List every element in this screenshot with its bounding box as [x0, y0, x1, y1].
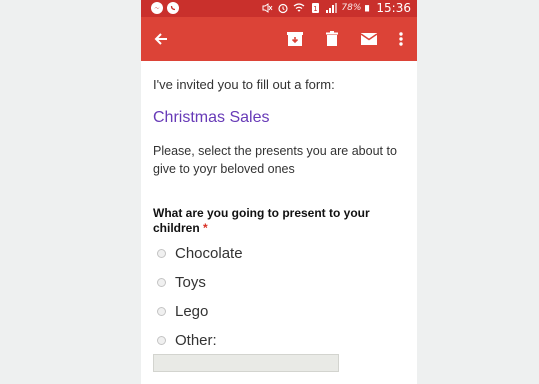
other-text-input[interactable] — [153, 354, 339, 372]
phone-screen: 1 78% 15:36 I've invited you to fill out… — [141, 0, 417, 384]
wifi-icon — [293, 3, 305, 12]
option-label: Chocolate — [175, 245, 243, 262]
radio-button[interactable] — [157, 336, 166, 345]
option-chocolate[interactable]: Chocolate — [153, 245, 243, 262]
option-other[interactable]: Other: — [153, 332, 217, 349]
required-asterisk: * — [203, 221, 208, 235]
question-label: What are you going to present to your ch… — [153, 206, 370, 235]
archive-icon[interactable] — [285, 29, 305, 49]
delete-icon[interactable] — [322, 29, 342, 49]
mail-icon[interactable] — [359, 29, 379, 49]
app-bar — [141, 17, 417, 61]
option-label: Lego — [175, 303, 209, 320]
clock: 15:36 — [376, 1, 411, 15]
question-text: What are you going to present to your ch… — [153, 206, 409, 236]
svg-text:1: 1 — [314, 5, 318, 13]
battery-percent: 78% — [341, 3, 362, 13]
option-label: Other: — [175, 332, 217, 349]
form-title[interactable]: Christmas Sales — [153, 109, 269, 127]
alarm-icon — [278, 3, 288, 14]
system-icons: 1 78% 15:36 — [261, 1, 411, 15]
form-invite-text: I've invited you to fill out a form: — [153, 77, 335, 92]
option-label: Toys — [175, 274, 206, 291]
radio-button[interactable] — [157, 249, 166, 258]
more-vert-icon[interactable] — [391, 29, 411, 49]
signal-icon — [326, 3, 338, 13]
option-lego[interactable]: Lego — [153, 303, 208, 320]
status-bar: 1 78% 15:36 — [141, 0, 417, 17]
sim-icon: 1 — [312, 3, 320, 13]
battery-icon — [365, 5, 370, 12]
form-description: Please, select the presents you are abou… — [153, 144, 397, 176]
whatsapp-icon — [167, 2, 179, 14]
radio-button[interactable] — [157, 307, 166, 316]
back-arrow-icon[interactable] — [151, 29, 171, 49]
option-toys[interactable]: Toys — [153, 274, 206, 291]
messenger-icon — [151, 2, 163, 14]
notification-icons — [151, 2, 179, 14]
radio-button[interactable] — [157, 278, 166, 287]
mute-icon — [262, 3, 273, 13]
